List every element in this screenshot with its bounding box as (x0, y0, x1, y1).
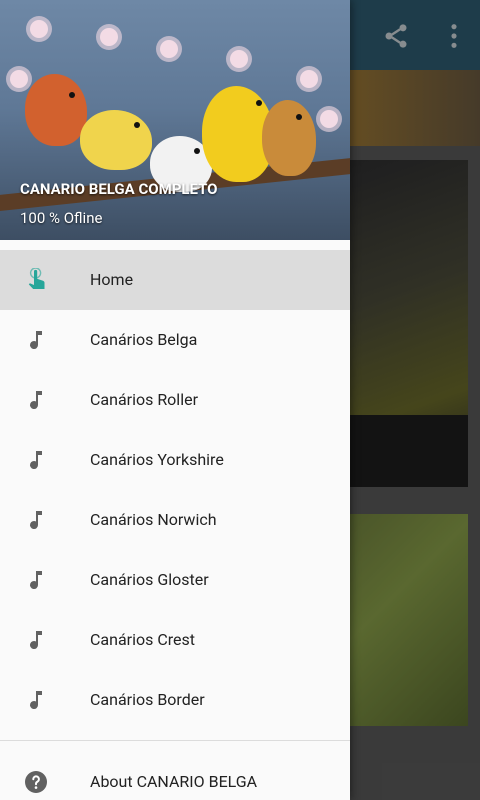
menu-item-label: Canários Border (90, 690, 205, 709)
drawer-title: CANARIO BELGA COMPLETO (20, 180, 218, 198)
menu-item-canarios-roller[interactable]: Canários Roller (0, 370, 350, 430)
menu-item-label: Canários Crest (90, 630, 195, 649)
menu-item-canarios-yorkshire[interactable]: Canários Yorkshire (0, 430, 350, 490)
drawer-menu: Home Canários Belga Canários Roller Caná… (0, 250, 350, 730)
menu-item-label: Canários Belga (90, 330, 198, 349)
menu-item-home[interactable]: Home (0, 250, 350, 310)
canary-brown (262, 100, 316, 176)
menu-divider (0, 740, 350, 741)
menu-item-label: Canários Yorkshire (90, 450, 224, 469)
menu-item-label: Canários Gloster (90, 570, 209, 589)
music-note-icon (30, 331, 42, 350)
menu-item-canarios-belga[interactable]: Canários Belga (0, 310, 350, 370)
music-note-icon (30, 571, 42, 590)
menu-item-canarios-norwich[interactable]: Canários Norwich (0, 490, 350, 550)
menu-item-label: About CANARIO BELGA (90, 772, 258, 791)
flower-decoration (100, 28, 118, 46)
menu-item-about[interactable]: About CANARIO BELGA (0, 752, 350, 800)
menu-item-label: Home (90, 270, 134, 289)
music-note-icon (30, 631, 42, 650)
drawer-subtitle: 100 % Ofline (20, 209, 103, 227)
flower-decoration (10, 70, 28, 88)
menu-item-canarios-gloster[interactable]: Canários Gloster (0, 550, 350, 610)
drawer-header: CANARIO BELGA COMPLETO 100 % Ofline (0, 0, 350, 240)
help-icon (25, 771, 47, 793)
canary-red (25, 74, 87, 146)
menu-item-canarios-border[interactable]: Canários Border (0, 670, 350, 730)
canary-yellow (80, 110, 152, 170)
flower-decoration (160, 40, 178, 58)
menu-item-label: Canários Roller (90, 390, 198, 409)
flower-decoration (230, 50, 248, 68)
music-note-icon (30, 511, 42, 530)
flower-decoration (30, 20, 48, 38)
music-note-icon (30, 451, 42, 470)
navigation-drawer: CANARIO BELGA COMPLETO 100 % Ofline Home… (0, 0, 350, 800)
menu-item-label: Canários Norwich (90, 510, 217, 529)
music-note-icon (30, 391, 42, 410)
flower-decoration (320, 110, 338, 128)
touch-icon (28, 268, 45, 289)
music-note-icon (30, 691, 42, 710)
flower-decoration (300, 70, 318, 88)
menu-item-canarios-crest[interactable]: Canários Crest (0, 610, 350, 670)
